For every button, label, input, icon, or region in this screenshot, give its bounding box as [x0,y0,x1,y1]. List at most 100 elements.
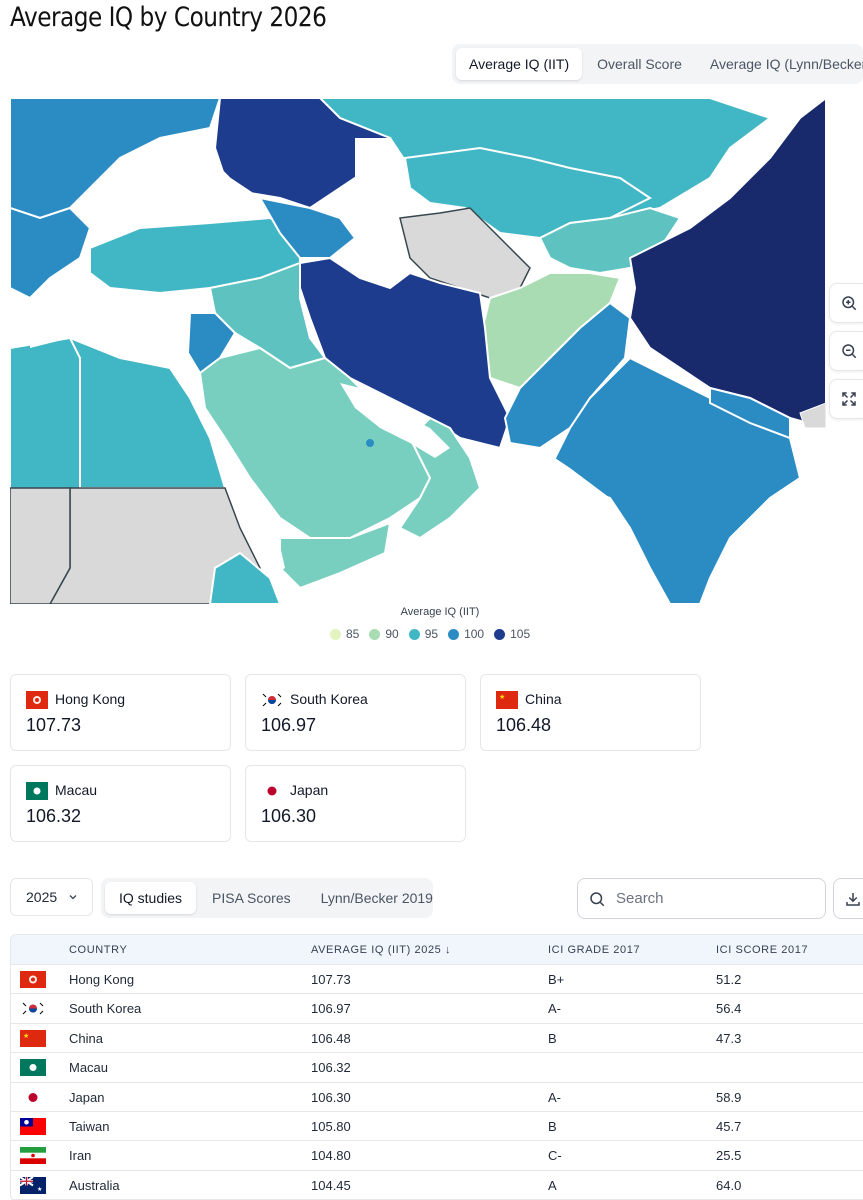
cell-ici-score: 45.7 [716,1118,742,1134]
card-country-name: China [525,691,562,707]
cell-ici-grade: B [548,1030,557,1046]
tab-pisa-scores[interactable]: PISA Scores [198,882,305,914]
svg-text:★: ★ [37,1186,42,1193]
card-iq-value: 106.97 [261,715,317,735]
top-country-card[interactable]: South Korea 106.97 [245,674,466,751]
cell-ici-grade: C- [548,1148,562,1164]
table-row[interactable]: Iran 104.80 C- 25.5 [11,1141,863,1171]
table-row[interactable]: ★ Australia 104.45 A 64.0 [11,1171,863,1200]
map-legend: 85 90 95 100 105 [330,627,530,641]
macau-flag-icon [20,1059,46,1077]
fullscreen-button[interactable] [829,379,863,419]
region-sri-lanka [366,439,374,447]
search-box[interactable] [577,878,826,919]
chevron-down-icon [69,895,77,900]
top-country-card[interactable]: ★ China 106.48 [480,674,701,751]
taiwan-flag-icon [20,1117,46,1135]
top-country-card[interactable]: Hong Kong 107.73 [10,674,231,751]
cell-country: Hong Kong [69,972,135,987]
card-country-name: Hong Kong [55,691,126,707]
legend-dot [448,628,460,640]
cell-average-iq: 107.73 [311,972,351,987]
legend-title: Average IQ (IIT) [400,606,480,618]
cell-country: South Korea [69,1001,142,1017]
cell-average-iq: 104.45 [311,1177,351,1193]
download-icon [846,892,860,906]
zoom-out-icon [842,344,857,359]
cell-ici-grade: A- [548,1089,561,1105]
table-row[interactable]: Japan 106.30 A- 58.9 [11,1083,863,1112]
column-header-ici-score[interactable]: ICI Score 2017 [716,944,808,956]
tab-lynn-becker-2019[interactable]: Lynn/Becker 2019 [307,882,447,914]
legend-item-90[interactable]: 90 [369,627,399,641]
hong-kong-flag-icon [26,691,48,709]
card-iq-value: 106.30 [261,806,317,826]
cell-ici-grade: B+ [548,972,565,987]
legend-item-100[interactable]: 100 [448,627,484,641]
cell-ici-grade: A [548,1177,557,1193]
cell-average-iq: 106.48 [311,1030,351,1046]
cell-ici-score: 47.3 [716,1030,742,1046]
japan-flag-icon [261,782,283,800]
search-icon [590,891,605,906]
australia-flag-icon: ★ [20,1176,46,1194]
tab-iq-studies[interactable]: IQ studies [105,882,197,914]
south-korea-flag-icon [20,1000,46,1018]
legend-dot [369,628,381,640]
table-row[interactable]: Taiwan 105.80 B 45.7 [11,1112,863,1142]
card-iq-value: 106.48 [496,715,552,735]
cell-ici-score: 51.2 [716,972,742,987]
card-iq-value: 106.32 [26,806,82,826]
cell-ici-grade: B [548,1118,557,1134]
china-flag-icon: ★ [496,691,518,709]
hong-kong-flag-icon [20,971,46,988]
cell-average-iq: 104.80 [311,1148,351,1164]
cell-ici-score: 25.5 [716,1148,742,1164]
table-row[interactable]: Hong Kong 107.73 B+ 51.2 [11,965,863,995]
legend-dot [330,628,341,640]
table-row[interactable]: ★ China 106.48 B 47.3 [11,1024,863,1054]
page-title: Average IQ by Country 2026 [10,2,327,33]
cell-ici-score: 58.9 [716,1089,742,1105]
tab-average-iq-lynn-becker[interactable]: Average IQ (Lynn/Becker) [697,48,863,80]
download-button[interactable] [833,878,863,919]
south-korea-flag-icon [261,691,283,709]
data-source-tabs: IQ studies PISA Scores Lynn/Becker 2019 [101,878,433,918]
cell-country: Taiwan [69,1118,110,1134]
expand-icon [842,392,856,406]
zoom-in-icon [842,296,857,311]
year-select[interactable]: 2025 [10,878,93,916]
column-header-average-iq[interactable]: Average IQ (IIT) 2025 ↓ [311,944,451,956]
legend-item-105[interactable]: 105 [494,627,530,641]
card-country-name: Japan [290,782,329,798]
china-flag-icon: ★ [20,1029,46,1047]
cell-average-iq: 105.80 [311,1118,351,1134]
cell-country: Australia [69,1177,120,1193]
svg-text:★: ★ [499,693,505,701]
cell-country: Japan [69,1089,105,1105]
search-input[interactable] [616,890,806,907]
cell-ici-score: 56.4 [716,1001,742,1017]
tab-average-iq-iit[interactable]: Average IQ (IIT) [456,48,583,80]
year-value: 2025 [26,889,58,905]
cell-country: Iran [69,1148,92,1164]
table-row[interactable]: Macau 106.32 [11,1053,863,1083]
region-libya [10,336,81,499]
choropleth-map[interactable] [10,98,826,604]
map-metric-tabs: Average IQ (IIT) Overall Score Average I… [452,44,863,84]
legend-item-95[interactable]: 95 [408,627,438,641]
legend-dot [494,628,506,640]
macau-flag-icon [26,782,48,800]
zoom-out-button[interactable] [829,331,863,371]
zoom-in-button[interactable] [829,283,863,323]
top-country-card[interactable]: Macau 106.32 [10,765,231,842]
table-row[interactable]: South Korea 106.97 A- 56.4 [11,994,863,1024]
cell-average-iq: 106.32 [311,1060,351,1076]
legend-item-85[interactable]: 85 [330,627,359,641]
column-header-ici-grade[interactable]: ICI Grade 2017 [548,944,640,956]
column-header-country[interactable]: Country [69,944,127,956]
top-country-card[interactable]: Japan 106.30 [245,765,466,842]
legend-dot [408,628,420,640]
card-iq-value: 107.73 [26,715,82,735]
tab-overall-score[interactable]: Overall Score [584,48,695,80]
